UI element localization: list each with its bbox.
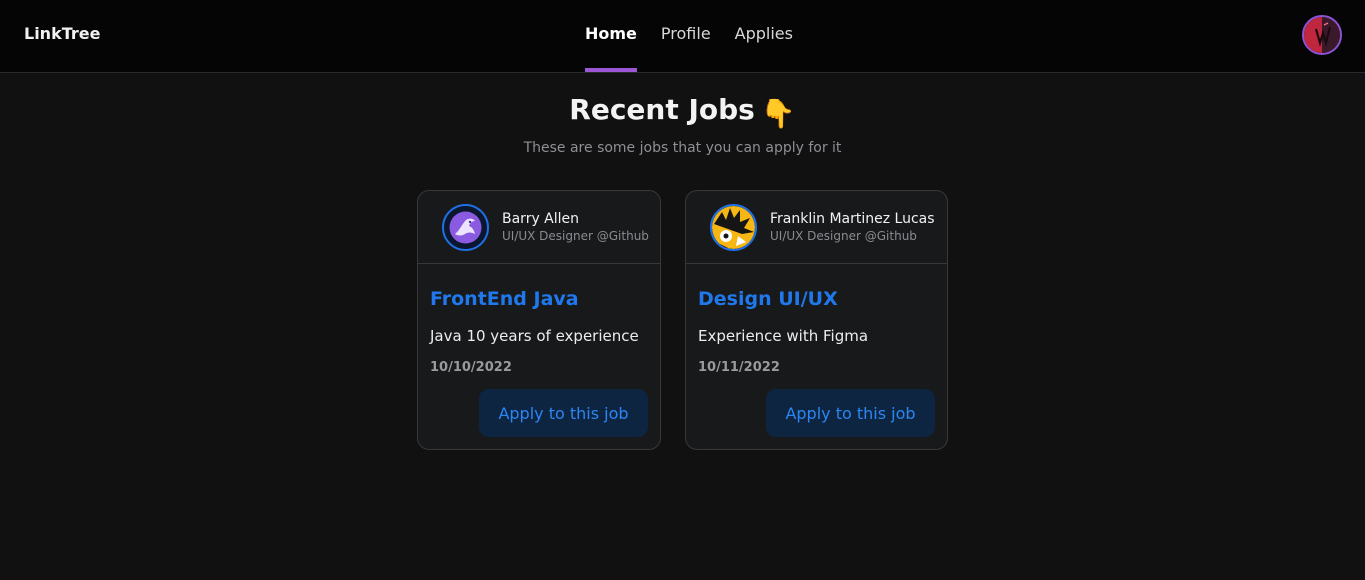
job-date: 10/11/2022 xyxy=(698,360,780,375)
user-avatar-icon xyxy=(1304,17,1340,53)
job-card-header: Barry Allen UI/UX Designer @Github xyxy=(418,191,660,264)
author-role: UI/UX Designer @Github xyxy=(770,229,917,243)
brand-logo[interactable]: LinkTree xyxy=(24,24,100,43)
job-card: Franklin Martinez Lucas UI/UX Designer @… xyxy=(685,190,948,450)
yellow-cartoon-avatar-icon xyxy=(712,206,755,249)
nav-home[interactable]: Home xyxy=(585,0,637,72)
nav-applies[interactable]: Applies xyxy=(735,0,793,72)
job-description: Experience with Figma xyxy=(698,327,869,345)
nav-profile[interactable]: Profile xyxy=(661,0,711,72)
page-subtitle: These are some jobs that you can apply f… xyxy=(523,140,842,156)
job-card: Barry Allen UI/UX Designer @Github Front… xyxy=(417,190,661,450)
pointing-down-icon: 👇 xyxy=(760,97,796,130)
job-date: 10/10/2022 xyxy=(430,360,512,375)
author-name: Franklin Martinez Lucas xyxy=(770,211,935,227)
purple-dragon-avatar-icon xyxy=(444,206,487,249)
job-description: Java 10 years of experience xyxy=(430,327,639,345)
job-title[interactable]: Design UI/UX xyxy=(698,288,838,310)
job-card-header: Franklin Martinez Lucas UI/UX Designer @… xyxy=(686,191,947,264)
author-name: Barry Allen xyxy=(502,211,580,227)
author-avatar xyxy=(710,204,757,251)
author-avatar xyxy=(442,204,489,251)
author-role: UI/UX Designer @Github xyxy=(502,229,649,243)
page-title: Recent Jobs 👇 xyxy=(569,93,796,130)
job-title[interactable]: FrontEnd Java xyxy=(430,288,579,310)
nav-links: Home Profile Applies xyxy=(585,0,817,72)
apply-button[interactable]: Apply to this job xyxy=(479,389,648,437)
top-navbar: LinkTree Home Profile Applies xyxy=(0,0,1365,73)
apply-button[interactable]: Apply to this job xyxy=(766,389,935,437)
user-avatar[interactable] xyxy=(1302,15,1342,55)
